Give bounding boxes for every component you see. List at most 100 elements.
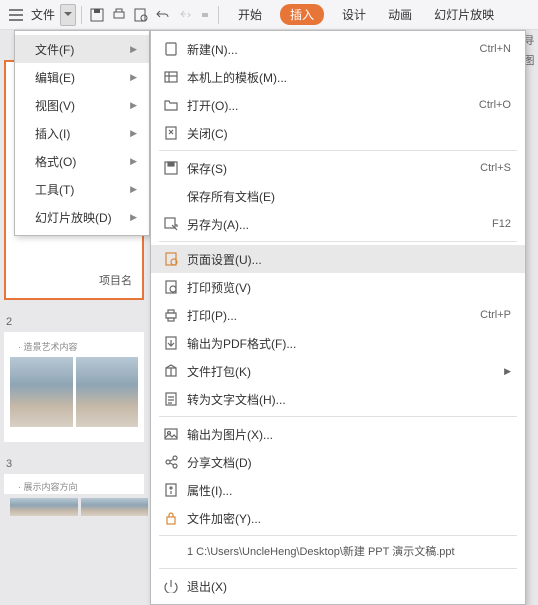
file-submenu: 新建(N)...Ctrl+N本机上的模板(M)...打开(O)...Ctrl+O… xyxy=(150,30,526,605)
shortcut-label: Ctrl+P xyxy=(480,309,511,321)
main-menu-label: 工具(T) xyxy=(35,181,74,198)
submenu-label: 另存为(A)... xyxy=(187,216,492,233)
main-menu-item-3[interactable]: 插入(I)▶ xyxy=(15,119,149,147)
submenu-item-props[interactable]: 属性(I)... xyxy=(151,476,525,504)
chevron-right-icon: ▶ xyxy=(130,212,137,223)
chevron-right-icon: ▶ xyxy=(130,184,137,195)
top-toolbar: 文件 开始 插入 设计 动画 幻灯片放映 xyxy=(0,0,538,30)
submenu-label: 关闭(C) xyxy=(187,125,511,142)
template-icon xyxy=(161,70,181,84)
hamburger-icon[interactable] xyxy=(6,4,26,26)
chevron-right-icon: ▶ xyxy=(130,156,137,167)
submenu-item-pagesetup[interactable]: 页面设置(U)... xyxy=(151,245,525,273)
submenu-item-print[interactable]: 打印(P)...Ctrl+P xyxy=(151,301,525,329)
menu-separator xyxy=(159,150,517,151)
submenu-item-save[interactable]: 保存(S)Ctrl+S xyxy=(151,154,525,182)
print-icon xyxy=(161,308,181,322)
submenu-item-open[interactable]: 打开(O)...Ctrl+O xyxy=(151,91,525,119)
undo-icon[interactable] xyxy=(153,4,173,26)
slide-thumb-3[interactable]: · 展示内容方向 xyxy=(4,474,144,494)
submenu-item-exit[interactable]: 退出(X) xyxy=(151,572,525,600)
submenu-item-share[interactable]: 分享文档(D) xyxy=(151,448,525,476)
submenu-label: 保存(S) xyxy=(187,160,480,177)
save-icon[interactable] xyxy=(87,4,107,26)
shortcut-label: Ctrl+O xyxy=(479,99,511,111)
submenu-label: 打印预览(V) xyxy=(187,279,511,296)
menu-separator xyxy=(159,416,517,417)
main-menu-label: 视图(V) xyxy=(35,97,75,114)
chevron-right-icon: ▶ xyxy=(130,100,137,111)
tab-animation[interactable]: 动画 xyxy=(384,4,416,25)
image-icon xyxy=(161,427,181,441)
main-menu-item-1[interactable]: 编辑(E)▶ xyxy=(15,63,149,91)
submenu-label: 转为文字文档(H)... xyxy=(187,391,511,408)
submenu-item-image[interactable]: 输出为图片(X)... xyxy=(151,420,525,448)
main-menu-label: 文件(F) xyxy=(35,41,74,58)
encrypt-icon xyxy=(161,511,181,525)
menu-separator xyxy=(159,568,517,569)
main-menu-label: 幻灯片放映(D) xyxy=(35,209,112,226)
submenu-item-word[interactable]: 转为文字文档(H)... xyxy=(151,385,525,413)
submenu-label: 文件加密(Y)... xyxy=(187,510,511,527)
submenu-item-close[interactable]: 关闭(C) xyxy=(151,119,525,147)
shortcut-label: F12 xyxy=(492,218,511,230)
pagesetup-icon xyxy=(161,252,181,266)
save-icon xyxy=(161,161,181,175)
slide-thumb-2[interactable]: · 造景艺术内容 xyxy=(4,332,144,442)
recent-file-item[interactable]: 1 C:\Users\UncleHeng\Desktop\新建 PPT 演示文稿… xyxy=(151,539,525,565)
slide-number-3: 3 xyxy=(6,458,154,470)
file-menu-button[interactable]: 文件 xyxy=(28,4,58,26)
more-icon[interactable] xyxy=(197,4,213,26)
redo-dropdown-icon[interactable] xyxy=(175,4,195,26)
submenu-label: 页面设置(U)... xyxy=(187,251,511,268)
submenu-item-pdf[interactable]: 输出为PDF格式(F)... xyxy=(151,329,525,357)
submenu-label: 输出为图片(X)... xyxy=(187,426,511,443)
open-icon xyxy=(161,98,181,112)
new-icon xyxy=(161,42,181,56)
submenu-label: 保存所有文档(E) xyxy=(187,188,511,205)
submenu-item-preview[interactable]: 打印预览(V) xyxy=(151,273,525,301)
main-menu-item-0[interactable]: 文件(F) ▶ xyxy=(15,35,149,63)
submenu-label: 打开(O)... xyxy=(187,97,479,114)
exit-icon xyxy=(161,579,181,593)
props-icon xyxy=(161,483,181,497)
submenu-label: 新建(N)... xyxy=(187,41,480,58)
tab-insert[interactable]: 插入 xyxy=(280,4,324,25)
print-icon[interactable] xyxy=(109,4,129,26)
submenu-label: 打印(P)... xyxy=(187,307,480,324)
shortcut-label: Ctrl+S xyxy=(480,162,511,174)
saveas-icon xyxy=(161,217,181,231)
chevron-right-icon: ▶ xyxy=(130,44,137,55)
main-menu-item-4[interactable]: 格式(O) ▶ xyxy=(15,147,149,175)
submenu-item-package[interactable]: 文件打包(K)▶ xyxy=(151,357,525,385)
file-dropdown-icon[interactable] xyxy=(60,4,76,26)
main-menu-item-2[interactable]: 视图(V) ▶ xyxy=(15,91,149,119)
submenu-item-6[interactable]: 保存所有文档(E) xyxy=(151,182,525,210)
slide-2-title: · 造景艺术内容 xyxy=(4,332,144,357)
main-menu-item-5[interactable]: 工具(T) ▶ xyxy=(15,175,149,203)
tab-design[interactable]: 设计 xyxy=(338,4,370,25)
submenu-item-encrypt[interactable]: 文件加密(Y)... xyxy=(151,504,525,532)
chevron-right-icon: ▶ xyxy=(130,128,137,139)
main-menu-label: 格式(O) xyxy=(35,153,76,170)
submenu-item-new[interactable]: 新建(N)...Ctrl+N xyxy=(151,35,525,63)
main-menu-label: 编辑(E) xyxy=(35,69,75,86)
chevron-right-icon: ▶ xyxy=(504,366,511,377)
tab-slideshow[interactable]: 幻灯片放映 xyxy=(430,4,498,25)
submenu-label: 分享文档(D) xyxy=(187,454,511,471)
menu-separator xyxy=(159,241,517,242)
preview-icon[interactable] xyxy=(131,4,151,26)
package-icon xyxy=(161,364,181,378)
pdf-icon xyxy=(161,336,181,350)
submenu-label: 退出(X) xyxy=(187,578,511,595)
tab-start[interactable]: 开始 xyxy=(234,4,266,25)
main-menu-item-6[interactable]: 幻灯片放映(D) ▶ xyxy=(15,203,149,231)
submenu-label: 文件打包(K) xyxy=(187,363,504,380)
submenu-item-template[interactable]: 本机上的模板(M)... xyxy=(151,63,525,91)
submenu-item-saveas[interactable]: 另存为(A)...F12 xyxy=(151,210,525,238)
share-icon xyxy=(161,455,181,469)
menu-separator xyxy=(159,535,517,536)
word-icon xyxy=(161,392,181,406)
ribbon-tabs: 开始 插入 设计 动画 幻灯片放映 xyxy=(234,4,498,25)
submenu-label: 输出为PDF格式(F)... xyxy=(187,335,511,352)
